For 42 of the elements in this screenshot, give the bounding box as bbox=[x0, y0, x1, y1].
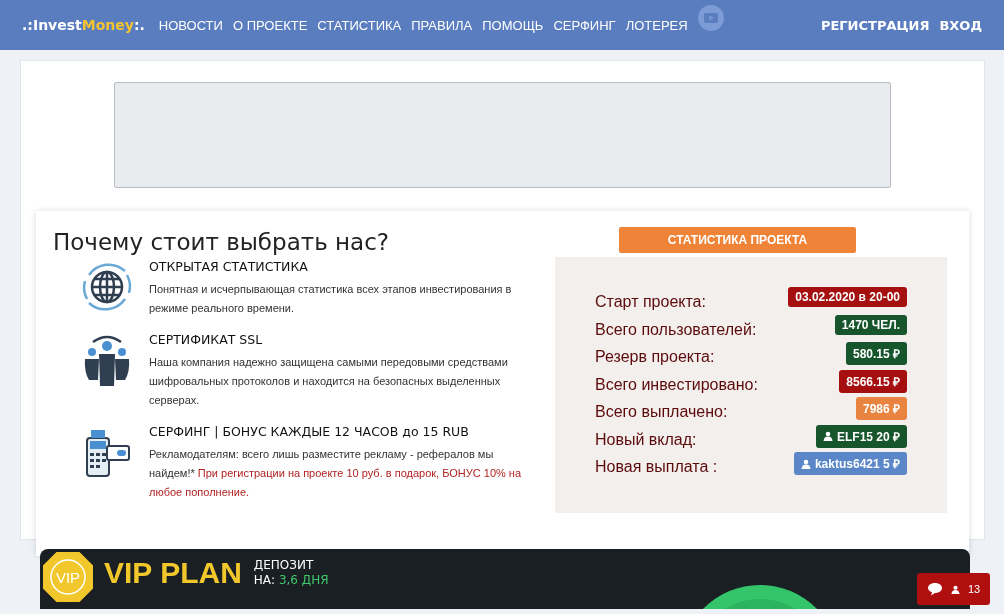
stat-badge: 1470 ЧЕЛ. bbox=[834, 314, 907, 335]
nav-link[interactable]: ЛОТЕРЕЯ bbox=[625, 17, 688, 33]
stat-badge: 7986 ₽ bbox=[855, 397, 907, 420]
deposit-term: НА: 3,6 ДНЯ bbox=[253, 573, 329, 588]
deposit-label: ДЕПОЗИТ bbox=[253, 558, 315, 573]
feature-title: СЕРТИФИКАТ SSL bbox=[149, 332, 264, 347]
stat-label: Всего пользователей: bbox=[595, 320, 757, 339]
stat-label: Резерв проекта: bbox=[595, 348, 715, 366]
stat-label: Новая выплата : bbox=[595, 458, 718, 476]
feature-title: СЕРФИНГ | БОНУС КАЖДЫЕ 12 ЧАСОВ до 15 RUB bbox=[149, 424, 470, 439]
nav-link[interactable]: ПОМОЩЬ bbox=[482, 17, 544, 33]
stat-badge: 8566.15 ₽ bbox=[839, 369, 907, 393]
user-icon bbox=[800, 458, 811, 469]
logo[interactable]: .:InvestMoney:. bbox=[22, 17, 145, 33]
auth-link[interactable]: РЕГИСТРАЦИЯ bbox=[820, 17, 930, 33]
nav-link[interactable]: НОВОСТИ bbox=[158, 17, 223, 33]
stat-label: Новый вклад: bbox=[595, 430, 697, 449]
stat-label: Всего инвестировано: bbox=[595, 375, 758, 394]
chat-button[interactable]: 13 bbox=[917, 573, 990, 605]
stat-badge: 03.02.2020 в 20-00 bbox=[788, 287, 907, 307]
chat-icon bbox=[926, 582, 943, 596]
stat-label: Старт проекта: bbox=[595, 293, 706, 311]
vip-badge: VIP bbox=[40, 549, 96, 605]
section-title: Почему стоит выбрать нас? bbox=[53, 229, 390, 255]
vip-title: VIP PLAN bbox=[104, 556, 242, 590]
feature-text: Наша компания надежно защищена самыми передовыми средствами шифровальных протоколов и находится на безопасных выделенных серверах. bbox=[149, 355, 509, 408]
video-icon[interactable] bbox=[697, 5, 724, 31]
stat-badge: kaktus6421 5 ₽ bbox=[793, 452, 907, 475]
feature-title: ОТКРЫТАЯ СТАТИСТИКА bbox=[149, 259, 309, 274]
feature-text: Понятная и исчерпывающая статистика всех этапов инвестирования в режиме реального времени. bbox=[149, 282, 513, 316]
stat-label: Всего выплачено: bbox=[595, 403, 728, 421]
feature-text: Рекламодателям: всего лишь разместите рекламу - рефералов мы найдем!* При регистрации на проекте 10 руб. в подарок, БОНУС 10% на любое пополнение. bbox=[149, 447, 523, 500]
stat-badge: ELF15 20 ₽ bbox=[815, 424, 907, 448]
nav-link[interactable]: СЕРФИНГ bbox=[553, 17, 616, 33]
nav-link[interactable]: О ПРОЕКТЕ bbox=[232, 17, 308, 33]
auth-link[interactable]: ВХОД bbox=[939, 17, 982, 33]
user-icon bbox=[950, 584, 960, 594]
stat-badge: 580.15 ₽ bbox=[845, 342, 907, 365]
stats-title[interactable]: СТАТИСТИКА ПРОЕКТА bbox=[619, 227, 856, 253]
nav-link[interactable]: СТАТИСТИКА bbox=[317, 17, 402, 33]
nav-link[interactable]: ПРАВИЛА bbox=[411, 17, 473, 33]
user-icon bbox=[822, 431, 833, 441]
